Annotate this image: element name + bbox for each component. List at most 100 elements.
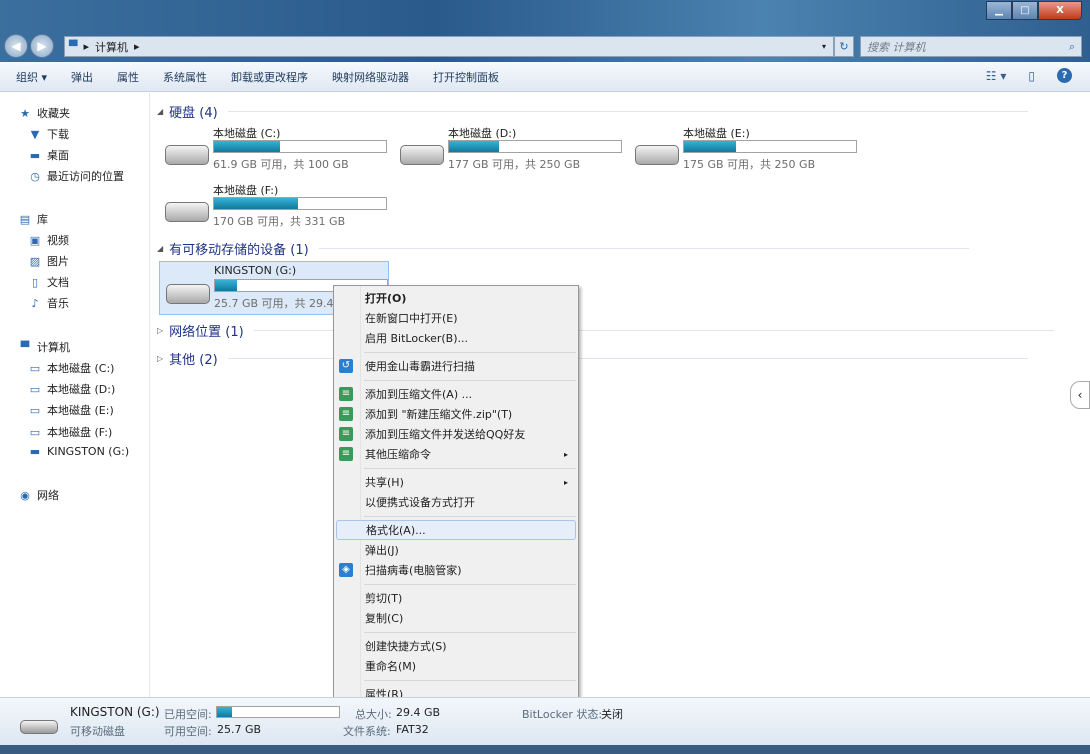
drive-tile[interactable]: 本地磁盘 (C:) 61.9 GB 可用，共 100 GB: [159, 123, 389, 177]
sidebar-item[interactable]: ▭本地磁盘 (C:): [28, 360, 114, 376]
address-dropdown-icon[interactable]: ▾: [815, 42, 833, 51]
collapse-triangle-icon[interactable]: ◢: [157, 107, 163, 116]
menu-item-add-to-archive[interactable]: ≡添加到压缩文件(A) ...: [334, 384, 578, 404]
menu-item-cut[interactable]: 剪切(T): [334, 588, 578, 608]
sidebar-item[interactable]: ▯文档: [28, 274, 69, 290]
address-bar[interactable]: ▀ ▸ 计算机 ▸ ▾: [64, 36, 834, 57]
sidebar-item[interactable]: ▬桌面: [28, 147, 69, 163]
menu-item-more-archive-commands[interactable]: ≡其他压缩命令▸: [334, 444, 578, 464]
sidebar-item[interactable]: ▭ 本地磁盘 (E:): [28, 402, 114, 418]
system-properties-button[interactable]: 系统属性: [163, 69, 207, 85]
menu-item-virus-scan[interactable]: ◈扫描病毒(电脑管家): [334, 560, 578, 580]
drive-usage-fill: [215, 280, 237, 291]
search-icon[interactable]: ⌕: [1069, 40, 1075, 54]
organize-button[interactable]: 组织 ▾: [16, 69, 47, 85]
refresh-button[interactable]: ↻: [834, 36, 854, 57]
sidebar-item-label: 音乐: [47, 295, 69, 311]
navigation-pane: ★收藏夹▼下载▬桌面◷最近访问的位置▤库▣视频▨图片▯文档♪音乐▀计算机▭本地磁…: [0, 93, 150, 697]
context-menu: 打开(O)在新窗口中打开(E) 启用 BitLocker(B)... ↺使用金山毒霸…: [333, 285, 579, 708]
menu-item-open-new-window[interactable]: 在新窗口中打开(E): [334, 308, 578, 328]
sidebar-item[interactable]: ▤库: [18, 211, 48, 227]
file-system-label: 文件系统:: [343, 723, 391, 739]
sidebar-item[interactable]: ★收藏夹: [18, 105, 70, 121]
expand-triangle-icon[interactable]: ▷: [157, 354, 163, 363]
minimize-button[interactable]: ▁: [986, 1, 1012, 20]
archive-icon: ≡: [339, 447, 353, 461]
view-options-icon[interactable]: ☷ ▾: [986, 69, 1007, 83]
details-pane: KINGSTON (G:) 可移动磁盘 已用空间: 可用空间: 25.7 GB …: [0, 697, 1090, 745]
menu-item-enable-bitlocker[interactable]: 启用 BitLocker(B)...: [334, 328, 578, 348]
sidebar-item-label: 本地磁盘 (E:): [47, 402, 114, 418]
group-network-locations[interactable]: ▷网络位置 (1): [157, 321, 1054, 340]
sidebar-item-icon: ▭: [28, 426, 42, 439]
menu-item-eject[interactable]: 弹出(J): [334, 540, 578, 560]
help-icon[interactable]: ?: [1057, 68, 1072, 83]
sidebar-item-icon: ★: [18, 107, 32, 120]
expand-triangle-icon[interactable]: ▷: [157, 326, 163, 335]
search-input[interactable]: 搜索 计算机 ⌕: [860, 36, 1082, 57]
sidebar-item-icon: ▭: [28, 404, 42, 417]
close-button[interactable]: X: [1038, 1, 1082, 20]
eject-button[interactable]: 弹出: [71, 69, 93, 85]
shield-icon: ◈: [339, 563, 353, 577]
sidebar-item-icon: ▬: [28, 445, 42, 458]
menu-item-open-as-portable-device[interactable]: 以便携式设备方式打开: [334, 492, 578, 512]
properties-button[interactable]: 属性: [117, 69, 139, 85]
bitlocker-value: 关闭: [601, 706, 623, 722]
menu-item-format[interactable]: 格式化(A)...: [336, 520, 576, 540]
menu-item-rename[interactable]: 重命名(M): [334, 656, 578, 676]
sidebar-item[interactable]: ▭本地磁盘 (D:): [28, 381, 115, 397]
sidebar-item[interactable]: ◉网络: [18, 487, 59, 503]
drive-tile[interactable]: 本地磁盘 (E:) 175 GB 可用，共 250 GB: [629, 123, 859, 177]
forward-button[interactable]: ▶: [30, 34, 54, 58]
menu-item-archive-send-qq[interactable]: ≡添加到压缩文件并发送给QQ好友: [334, 424, 578, 444]
menu-separator: [334, 512, 578, 520]
menu-item-label: 使用金山毒霸进行扫描: [365, 358, 475, 374]
drive-tile[interactable]: 本地磁盘 (F:) 170 GB 可用，共 331 GB: [159, 180, 389, 234]
preview-pane-icon[interactable]: ▯: [1028, 69, 1035, 83]
sidebar-item[interactable]: ▬ KINGSTON (G:): [28, 445, 129, 458]
sidebar-item[interactable]: ▭本地磁盘 (F:): [28, 424, 112, 440]
sidebar-item-icon: ◉: [18, 489, 32, 502]
maximize-button[interactable]: □: [1012, 1, 1038, 20]
menu-item-copy[interactable]: 复制(C): [334, 608, 578, 628]
sidebar-item-label: 最近访问的位置: [47, 168, 124, 184]
menu-item-open[interactable]: 打开(O): [334, 288, 578, 308]
hard-drive-icon: [165, 202, 209, 222]
drive-usage-bar: [213, 140, 387, 153]
sidebar-item[interactable]: ▨图片: [28, 253, 69, 269]
uninstall-program-button[interactable]: 卸载或更改程序: [231, 69, 308, 85]
archive-icon: ≡: [339, 427, 353, 441]
search-placeholder: 搜索 计算机: [867, 39, 926, 55]
map-network-drive-button[interactable]: 映射网络驱动器: [332, 69, 409, 85]
breadcrumb-separator[interactable]: ▸: [83, 40, 89, 53]
usb-drive-icon: [20, 720, 58, 734]
sidebar-item[interactable]: ▣视频: [28, 232, 69, 248]
group-hard-disks[interactable]: ◢硬盘 (4): [157, 102, 1028, 121]
sidebar-item[interactable]: ▀计算机: [18, 339, 70, 355]
group-removable[interactable]: ◢有可移动存储的设备 (1): [157, 239, 969, 258]
menu-item-share[interactable]: 共享(H)▸: [334, 472, 578, 492]
back-button[interactable]: ◀: [4, 34, 28, 58]
drive-free-space: 61.9 GB 可用，共 100 GB: [213, 156, 349, 172]
group-other[interactable]: ▷其他 (2): [157, 349, 1028, 368]
total-size-value: 29.4 GB: [396, 706, 440, 719]
used-space-bar: [216, 706, 340, 718]
breadcrumb-computer[interactable]: 计算机: [95, 39, 128, 55]
drive-tile[interactable]: 本地磁盘 (D:) 177 GB 可用，共 250 GB: [394, 123, 624, 177]
nav-buttons: ◀ ▶: [4, 34, 54, 58]
menu-item-create-shortcut[interactable]: 创建快捷方式(S): [334, 636, 578, 656]
sidebar-item-label: KINGSTON (G:): [47, 445, 129, 458]
sidebar-item[interactable]: ◷最近访问的位置: [28, 168, 124, 184]
archive-icon: ≡: [339, 387, 353, 401]
menu-item-add-to-zip[interactable]: ≡添加到 "新建压缩文件.zip"(T): [334, 404, 578, 424]
menu-item-label: 启用 BitLocker(B)...: [365, 330, 468, 346]
sidebar-item[interactable]: ♪音乐: [28, 295, 69, 311]
collapse-triangle-icon[interactable]: ◢: [157, 244, 163, 253]
breadcrumb-separator[interactable]: ▸: [134, 40, 140, 53]
sidebar-item[interactable]: ▼下载: [28, 126, 69, 142]
drive-free-space: 177 GB 可用，共 250 GB: [448, 156, 580, 172]
open-control-panel-button[interactable]: 打开控制面板: [433, 69, 499, 85]
collapse-pane-button[interactable]: ‹: [1070, 381, 1090, 409]
menu-item-kingsoft-scan[interactable]: ↺使用金山毒霸进行扫描: [334, 356, 578, 376]
